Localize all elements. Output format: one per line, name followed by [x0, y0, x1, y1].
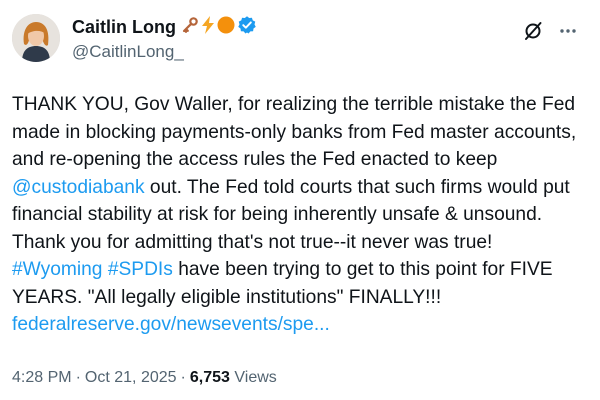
lightning-icon — [201, 15, 215, 39]
mention-link[interactable]: @custodiabank — [12, 177, 145, 198]
tweet-card: Caitlin Long @CaitlinLong_ THANK YOU, Go… — [0, 0, 600, 400]
tweet-meta: 4:28 PM · Oct 21, 2025 · 6,753 Views — [12, 369, 277, 387]
name-row: Caitlin Long — [72, 14, 259, 40]
display-name[interactable]: Caitlin Long — [72, 17, 176, 38]
tweet-date[interactable]: Oct 21, 2025 — [85, 369, 177, 386]
user-handle[interactable]: @CaitlinLong_ — [72, 42, 259, 62]
tweet-text: THANK YOU, Gov Waller, for realizing the… — [12, 91, 586, 339]
tweet-header: Caitlin Long @CaitlinLong_ — [12, 10, 588, 70]
hashtag-link-wyoming[interactable]: #Wyoming — [12, 259, 102, 280]
views-count: 6,753 — [189, 369, 230, 386]
avatar[interactable] — [12, 14, 60, 62]
external-link[interactable]: federalreserve.gov/newsevents/spe... — [12, 314, 330, 335]
tweet-text-part: THANK YOU, Gov Waller, for realizing the… — [12, 94, 577, 170]
verified-badge-icon[interactable] — [237, 15, 257, 40]
grok-icon[interactable] — [522, 20, 544, 42]
more-icon[interactable] — [558, 21, 578, 41]
views-label: Views — [234, 369, 277, 386]
user-info: Caitlin Long @CaitlinLong_ — [72, 14, 259, 62]
key-icon — [181, 16, 199, 39]
hashtag-link-spdis[interactable]: #SPDIs — [108, 259, 173, 280]
meta-separator: · — [180, 369, 186, 386]
meta-separator: · — [75, 369, 81, 386]
header-actions — [508, 20, 578, 42]
tweet-time[interactable]: 4:28 PM — [12, 369, 72, 386]
orange-circle-icon — [217, 16, 235, 39]
